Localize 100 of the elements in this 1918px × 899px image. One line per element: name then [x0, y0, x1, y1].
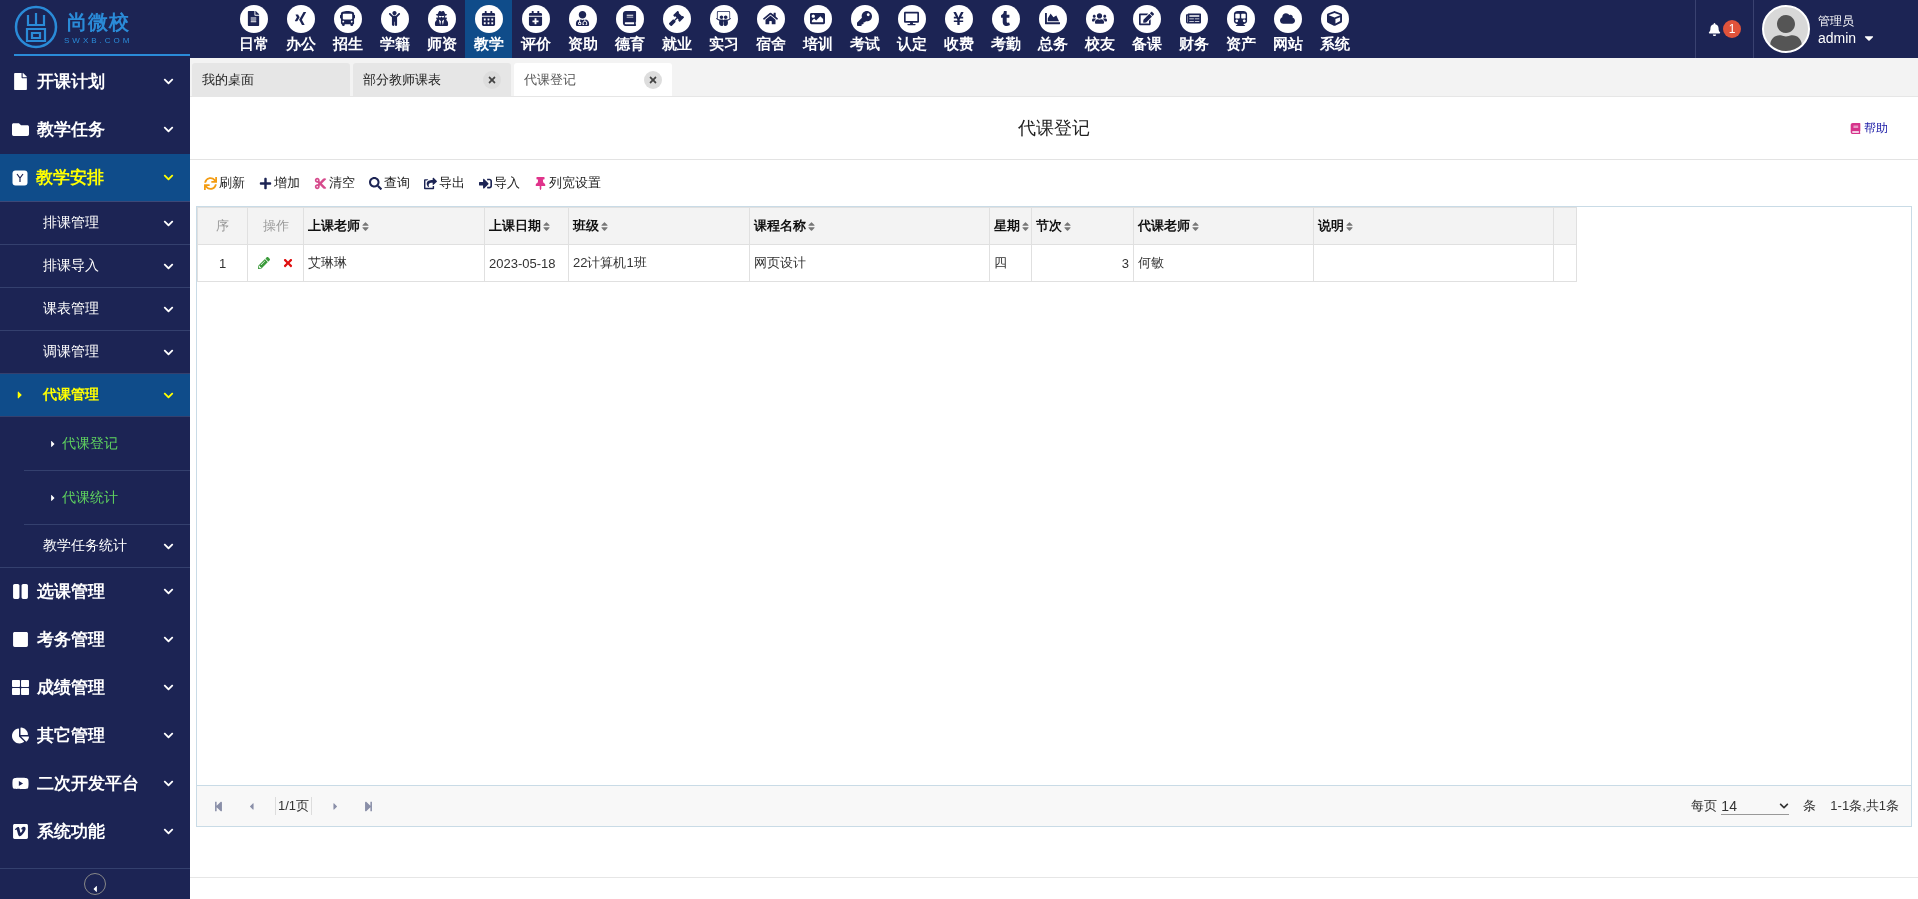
chevron-down-icon: [163, 826, 174, 837]
chevron-down-icon: [163, 586, 174, 597]
nav-item[interactable]: 资助: [559, 0, 606, 58]
help-link[interactable]: 帮助: [1850, 119, 1888, 137]
close-icon: [487, 74, 497, 85]
edit-icon: [1132, 4, 1161, 33]
sidebar-item[interactable]: 教学安排: [0, 154, 190, 202]
users-icon: [1085, 4, 1114, 33]
tab[interactable]: 部分教师课表: [353, 63, 511, 96]
nav-item[interactable]: 收费: [935, 0, 982, 58]
sidebar-item[interactable]: 考务管理: [0, 616, 190, 664]
column-header[interactable]: 节次: [1031, 207, 1134, 245]
close-icon: [648, 74, 658, 85]
nav-item[interactable]: 日常: [230, 0, 277, 58]
pin-button[interactable]: 列宽设置: [534, 174, 601, 192]
tab[interactable]: 代课登记: [514, 63, 672, 96]
nav-item[interactable]: 资产: [1217, 0, 1264, 58]
cloud-icon: [1273, 4, 1302, 33]
sidebar-item[interactable]: 二次开发平台: [0, 760, 190, 808]
search-button[interactable]: 查询: [369, 174, 410, 192]
chevron-down-icon: [163, 172, 174, 183]
chevron-down-icon: [163, 76, 174, 87]
nav-item[interactable]: 学籍: [371, 0, 418, 58]
column-header[interactable]: 上课日期: [484, 207, 569, 245]
sidebar-item[interactable]: 教学任务: [0, 106, 190, 154]
home-icon: [756, 4, 785, 33]
nav-item[interactable]: 师资: [418, 0, 465, 58]
nav-item[interactable]: 校友: [1076, 0, 1123, 58]
clear-button[interactable]: 清空: [314, 174, 355, 192]
sidebar-item[interactable]: 成绩管理: [0, 664, 190, 712]
nav-item[interactable]: 培训: [794, 0, 841, 58]
square-icon: [12, 631, 29, 648]
nav-item[interactable]: 办公: [277, 0, 324, 58]
nav-item[interactable]: 认定: [888, 0, 935, 58]
nav-item[interactable]: 考勤: [982, 0, 1029, 58]
add-button[interactable]: 增加: [259, 174, 300, 192]
nav-item[interactable]: 备课: [1123, 0, 1170, 58]
nav-item[interactable]: 教学: [465, 0, 512, 58]
sort-icon: [541, 220, 552, 232]
nav-item[interactable]: 网站: [1264, 0, 1311, 58]
sidebar-subitem[interactable]: 代课管理: [0, 374, 190, 417]
close-button[interactable]: [644, 70, 662, 89]
key-icon: [850, 4, 879, 33]
pin-icon: [534, 176, 547, 190]
edit-icon[interactable]: [257, 257, 270, 269]
nav-item[interactable]: 财务: [1170, 0, 1217, 58]
delete-icon[interactable]: [281, 257, 294, 269]
column-header[interactable]: 说明: [1313, 207, 1554, 245]
nav-item[interactable]: 招生: [324, 0, 371, 58]
sidebar-item[interactable]: 其它管理: [0, 712, 190, 760]
column-header: 操作: [247, 207, 304, 245]
import-icon: [479, 176, 492, 190]
play-icon: [12, 775, 29, 792]
nav-item[interactable]: 实习: [700, 0, 747, 58]
nav-item[interactable]: 就业: [653, 0, 700, 58]
book-icon: [615, 4, 644, 33]
bell-icon: [1708, 22, 1721, 36]
sidebar-item[interactable]: 开课计划: [0, 58, 190, 106]
column-header[interactable]: 上课老师: [303, 207, 485, 245]
sidebar-item[interactable]: 选课管理: [0, 568, 190, 616]
user-role: 管理员: [1818, 12, 1855, 30]
gavel-icon: [662, 4, 691, 33]
nav-item[interactable]: 德育: [606, 0, 653, 58]
table-cell: 1: [197, 244, 248, 282]
avatar[interactable]: [1762, 5, 1810, 53]
table-cell: 四: [989, 244, 1032, 282]
table-cell: 艾琳琳: [303, 244, 485, 282]
user-menu[interactable]: admin: [1818, 29, 1877, 46]
search-icon: [369, 176, 382, 190]
nav-item[interactable]: 总务: [1029, 0, 1076, 58]
chart-icon: [1038, 4, 1067, 33]
column-header[interactable]: 班级: [568, 207, 750, 245]
nav-item[interactable]: 考试: [841, 0, 888, 58]
pie-chart-icon: [12, 727, 29, 744]
close-button[interactable]: [483, 70, 501, 89]
import-button[interactable]: 导入: [479, 174, 520, 192]
last-page-icon: [363, 800, 375, 812]
nav-item[interactable]: 评价: [512, 0, 559, 58]
nav-item[interactable]: 系统: [1311, 0, 1358, 58]
tab[interactable]: 我的桌面: [192, 63, 350, 96]
export-button[interactable]: 导出: [424, 174, 465, 192]
table-cell: 3: [1031, 244, 1134, 282]
column-header[interactable]: 星期: [989, 207, 1032, 245]
per-page-select[interactable]: 14: [1721, 797, 1790, 815]
table-cell: 22计算机1班: [568, 244, 750, 282]
column-header[interactable]: 课程名称: [749, 207, 990, 245]
per-page-unit: 条: [1803, 797, 1817, 815]
t-letter-icon: [991, 4, 1020, 33]
plus-icon: [259, 176, 272, 190]
table-cell: 2023-05-18: [484, 244, 569, 282]
column-header[interactable]: 代课老师: [1133, 207, 1314, 245]
collapse-handle[interactable]: [84, 873, 106, 895]
refresh-button[interactable]: 刷新: [204, 174, 245, 192]
export-icon: [424, 176, 437, 190]
logo-icon: [14, 5, 58, 49]
per-page-label: 每页: [1691, 797, 1718, 815]
sidebar-item[interactable]: 系统功能: [0, 808, 190, 856]
columns-icon: [12, 583, 29, 600]
first-page-icon: [213, 800, 224, 812]
nav-item[interactable]: 宿舍: [747, 0, 794, 58]
